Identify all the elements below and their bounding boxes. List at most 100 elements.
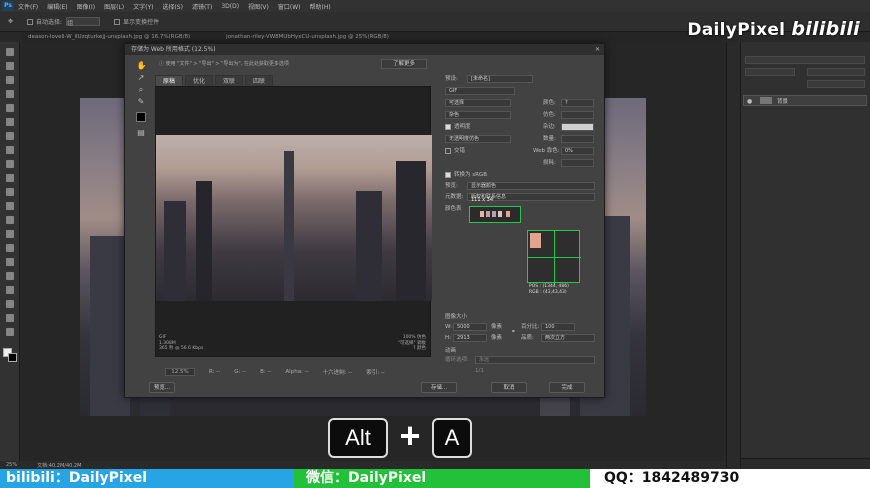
type-icon[interactable] — [5, 272, 14, 280]
doc-tab-2[interactable]: jonathan-riley-VW8MUbHyxCU-unsplash.jpg … — [226, 34, 389, 40]
cancel-button[interactable]: 取消 — [491, 382, 527, 393]
tab-4up[interactable]: 四联 — [245, 75, 274, 86]
transparency-checkbox[interactable] — [445, 123, 451, 130]
preview-button[interactable]: 预览... — [149, 382, 175, 393]
visibility-eye-icon[interactable]: ● — [747, 98, 752, 105]
opacity-field[interactable] — [807, 68, 865, 76]
quick-select-icon[interactable] — [5, 90, 14, 98]
reduction-select[interactable]: 可选择 — [445, 99, 511, 107]
menu-view[interactable]: 视图(V) — [248, 2, 269, 11]
amount-field[interactable] — [561, 135, 594, 143]
marquee-icon[interactable] — [5, 62, 14, 70]
hand-icon[interactable] — [5, 314, 14, 322]
layer-row-background[interactable]: ● 背景 — [743, 95, 867, 106]
menu-edit[interactable]: 编辑(E) — [47, 2, 67, 11]
doc-tab-1[interactable]: deason-lovell-W_lIUzqturkejj-unsplash.jp… — [28, 34, 190, 40]
healing-icon[interactable] — [5, 146, 14, 154]
menu-bar: Ps 文件(F) 编辑(E) 图像(I) 图层(L) 文字(Y) 选择(S) 滤… — [0, 0, 870, 12]
slice-select-icon[interactable]: ↗ — [137, 73, 146, 82]
colortable-label: 颜色表 — [445, 206, 462, 212]
shape-icon[interactable] — [5, 300, 14, 308]
gradient-icon[interactable] — [5, 216, 14, 224]
show-transform-label: 显示变换控件 — [123, 19, 160, 26]
dither-amount[interactable] — [561, 111, 594, 119]
menu-image[interactable]: 图像(I) — [77, 2, 95, 11]
menu-help[interactable]: 帮助(H) — [310, 2, 331, 11]
blur-icon[interactable] — [5, 230, 14, 238]
width-field[interactable]: 5000 — [453, 323, 487, 331]
fill-field[interactable] — [807, 80, 865, 88]
convert-srgb-checkbox[interactable] — [445, 171, 451, 178]
hand-icon[interactable]: ✋ — [137, 61, 147, 70]
auto-select-checkbox[interactable] — [27, 18, 34, 25]
dither-algo-select[interactable]: 杂色 — [445, 111, 511, 119]
eraser-icon[interactable] — [5, 202, 14, 210]
loop-select[interactable]: 永远 — [475, 356, 595, 364]
link-icon[interactable]: ⚭ — [511, 328, 516, 336]
preset-select[interactable]: [未命名] — [467, 75, 533, 83]
crop-icon[interactable] — [5, 104, 14, 112]
menu-window[interactable]: 窗口(W) — [278, 2, 301, 11]
layer-filter[interactable] — [745, 68, 795, 76]
show-transform-checkbox[interactable] — [114, 18, 121, 25]
menu-filter[interactable]: 滤镜(T) — [192, 2, 212, 11]
learn-more-button[interactable]: 了解更多 — [381, 59, 427, 69]
matte-swatch[interactable] — [561, 123, 594, 131]
tab-optimized[interactable]: 优化 — [185, 75, 214, 86]
pen-icon[interactable] — [5, 258, 14, 266]
preview-mode-select[interactable]: 显示器颜色 — [467, 182, 595, 190]
index-readout: 索引: -- — [366, 370, 385, 376]
preview-pane[interactable]: GIF 1.308M 365 秒 @ 56.6 Kbps 100% 仿色 "可选… — [155, 86, 432, 357]
zoom-select[interactable]: 12.5% — [165, 368, 195, 376]
dodge-icon[interactable] — [5, 244, 14, 252]
tools-panel — [0, 42, 20, 468]
close-icon[interactable]: ✕ — [595, 44, 600, 55]
menu-type[interactable]: 文字(Y) — [133, 2, 153, 11]
tab-2up[interactable]: 双联 — [215, 75, 244, 86]
dialog-title: 存储为 Web 所用格式 (12.5%) — [131, 46, 216, 53]
auto-select-dropdown[interactable]: 组 — [66, 17, 101, 27]
interlaced-row[interactable]: 交错 — [445, 147, 465, 155]
zoom-icon[interactable]: ⌕ — [137, 85, 146, 94]
menu-layer[interactable]: 图层(L) — [104, 2, 124, 11]
toggle-slices-icon[interactable]: ▤ — [137, 128, 146, 137]
eyedropper-icon[interactable] — [5, 132, 14, 140]
trans-dither-select[interactable]: 无透明度仿色 — [445, 135, 511, 143]
stamp-icon[interactable] — [5, 174, 14, 182]
lasso-icon[interactable] — [5, 76, 14, 84]
path-select-icon[interactable] — [5, 286, 14, 294]
save-button[interactable]: 存储... — [421, 382, 457, 393]
done-button[interactable]: 完成 — [549, 382, 585, 393]
frame-icon[interactable] — [5, 118, 14, 126]
loop-label: 循环选项: — [445, 357, 469, 363]
zoom-icon[interactable] — [5, 328, 14, 336]
move-icon[interactable] — [5, 48, 14, 56]
colors-select[interactable]: ? — [561, 99, 594, 107]
transparency-row[interactable]: 透明度 — [445, 123, 471, 131]
menu-3d[interactable]: 3D(D) — [221, 3, 239, 10]
history-brush-icon[interactable] — [5, 188, 14, 196]
menu-file[interactable]: 文件(F) — [18, 2, 38, 11]
panel-tabs[interactable] — [745, 56, 865, 64]
brush-icon[interactable] — [5, 160, 14, 168]
export-hint: ⓘ 使用 "文件" > "导出" > "导出为", 在此处获取更多选项 — [159, 60, 371, 68]
colors-label: 颜色: — [543, 100, 556, 106]
color-table[interactable] — [469, 206, 521, 223]
interlaced-checkbox[interactable] — [445, 147, 451, 154]
eyedropper-icon[interactable]: ✎ — [137, 97, 146, 106]
amount-label: 数量: — [543, 136, 556, 142]
move-tool-icon[interactable]: ✥ — [8, 18, 13, 25]
convert-row[interactable]: 转换为 sRGB — [445, 171, 487, 179]
format-select[interactable]: GIF — [445, 87, 515, 95]
websnap-field[interactable]: 0% — [561, 147, 594, 155]
quality-select[interactable]: 两次立方 — [541, 334, 595, 342]
percent-field[interactable]: 100 — [541, 323, 575, 331]
interlaced-label: 交错 — [454, 148, 466, 154]
zoom-level[interactable]: 25% — [6, 462, 17, 468]
lossy-field[interactable] — [561, 159, 594, 167]
background-color-swatch[interactable] — [8, 353, 17, 362]
tab-original[interactable]: 原稿 — [155, 75, 184, 86]
menu-select[interactable]: 选择(S) — [162, 2, 183, 11]
height-field[interactable]: 2913 — [453, 334, 487, 342]
eyedropper-color-swatch[interactable] — [136, 112, 146, 122]
